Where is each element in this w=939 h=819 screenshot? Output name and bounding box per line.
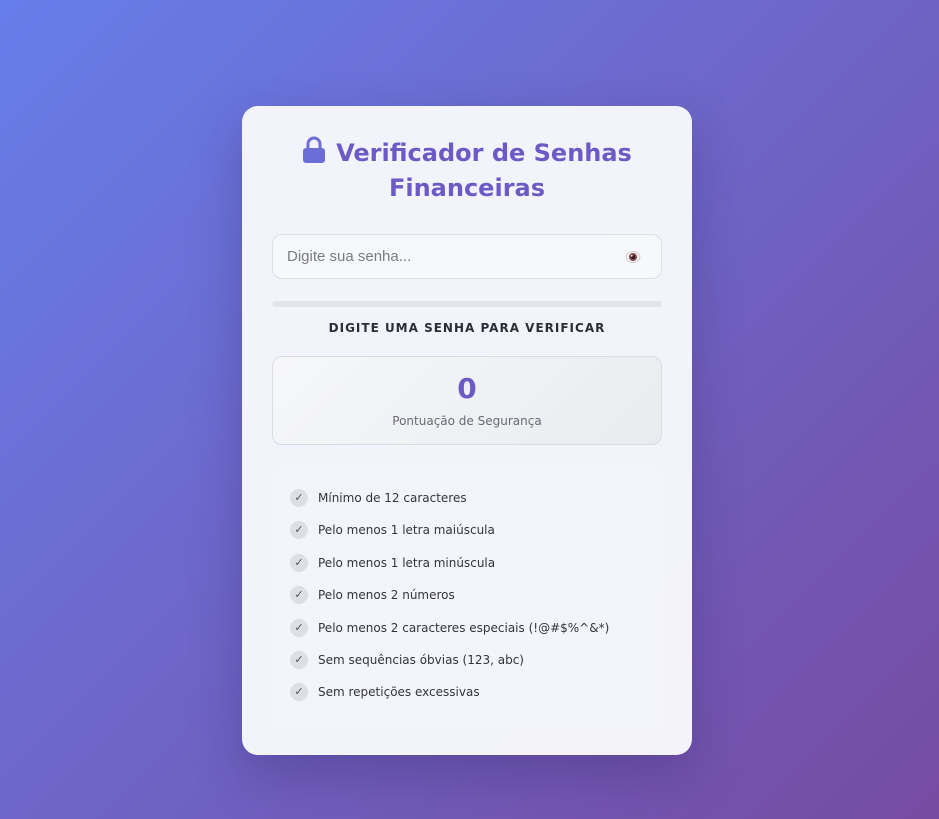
eye-icon[interactable] [625,249,641,265]
requirement-text: Pelo menos 2 números [318,588,455,603]
requirement-text: Pelo menos 1 letra minúscula [318,555,496,570]
requirement-text: Pelo menos 2 caracteres especiais (!@#$%… [318,620,610,635]
strength-meter [272,301,662,307]
title-line-2: Financeiras [388,174,546,202]
requirement-item: ✓ Mínimo de 12 caracteres [272,487,662,519]
requirement-item: ✓ Sem sequências óbvias (123, abc) [272,649,662,681]
check-icon: ✓ [290,489,308,507]
score-caption: Pontuação de Segurança [392,414,542,428]
page-title: Verificador de Senhas Financeiras [242,136,692,206]
password-input[interactable] [273,235,627,278]
lock-icon [303,136,326,163]
score-value: 0 [457,372,477,405]
check-icon: ✓ [290,553,308,572]
check-icon: ✓ [290,521,308,540]
requirement-item: ✓ Pelo menos 1 letra maiúscula [272,519,662,551]
password-field [272,234,662,279]
strength-label: Digite uma senha para verificar [328,321,606,335]
title-line-1: Verificador de Senhas [336,139,632,167]
requirements-list: ✓ Mínimo de 12 caracteres ✓ Pelo menos 1… [272,467,662,727]
requirement-item: ✓ Sem repetições excessivas [272,681,662,713]
check-icon: ✓ [290,650,308,669]
check-icon: ✓ [290,683,308,702]
requirement-item: ✓ Pelo menos 2 números [272,584,662,616]
requirement-item: ✓ Pelo menos 2 caracteres especiais (!@#… [272,617,662,649]
requirement-text: Mínimo de 12 caracteres [318,491,467,505]
requirement-text: Sem sequências óbvias (123, abc) [318,652,524,667]
check-icon: ✓ [290,618,308,637]
password-checker-card: Verificador de Senhas Financeiras Digite… [242,106,692,755]
requirement-text: Sem repetições excessivas [318,685,480,700]
requirement-text: Pelo menos 1 letra maiúscula [318,523,495,538]
score-box: 0 Pontuação de Segurança [272,356,662,445]
requirement-item: ✓ Pelo menos 1 letra minúscula [272,552,662,584]
check-icon: ✓ [290,586,308,605]
